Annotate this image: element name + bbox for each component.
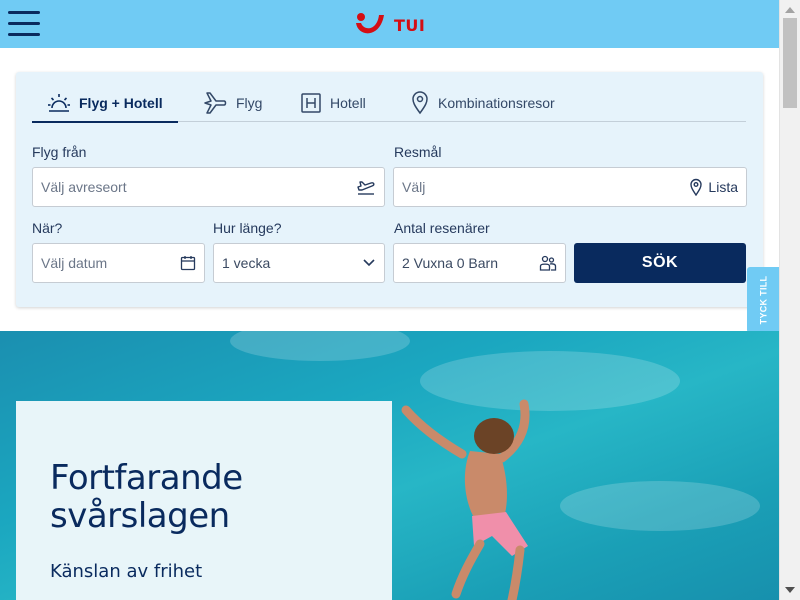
search-button[interactable]: SÖK bbox=[574, 243, 746, 283]
chevron-down-icon bbox=[362, 244, 376, 282]
tab-flight-hotel[interactable]: Flyg + Hotell bbox=[32, 84, 178, 123]
water-highlight bbox=[230, 331, 410, 361]
tab-hotel-label: Hotell bbox=[330, 95, 366, 111]
calendar-icon bbox=[180, 244, 196, 282]
tui-smile-icon bbox=[356, 13, 384, 34]
feedback-tab[interactable]: TYCK TILL bbox=[747, 267, 779, 333]
logo-text: TUI bbox=[394, 15, 426, 35]
duration-label: Hur länge? bbox=[213, 220, 282, 236]
scroll-thumb[interactable] bbox=[783, 18, 797, 108]
tab-flight-label: Flyg bbox=[236, 95, 263, 111]
tab-combination-label: Kombinationsresor bbox=[438, 95, 555, 111]
travellers-value: 2 Vuxna 0 Barn bbox=[402, 255, 498, 271]
destination-placeholder: Välj bbox=[402, 179, 426, 195]
water-highlight bbox=[560, 481, 760, 531]
hamburger-icon[interactable] bbox=[8, 11, 41, 37]
destination-label: Resmål bbox=[394, 144, 442, 160]
scroll-down-icon[interactable] bbox=[785, 587, 795, 593]
hero-banner: Fortfarande svårslagen Känslan av frihet bbox=[0, 331, 779, 600]
hero-title: Fortfarande svårslagen bbox=[50, 458, 243, 536]
date-placeholder: Välj datum bbox=[41, 255, 108, 271]
destination-list-button[interactable]: Lista bbox=[689, 168, 738, 206]
tab-flight-hotel-label: Flyg + Hotell bbox=[79, 95, 163, 111]
tab-flight[interactable]: Flyg bbox=[202, 84, 262, 122]
plane-icon bbox=[204, 92, 227, 114]
from-label: Flyg från bbox=[32, 144, 87, 160]
tab-combination[interactable]: Kombinationsresor bbox=[410, 84, 555, 122]
hero-subtitle: Känslan av frihet bbox=[50, 561, 203, 582]
hero-card: Fortfarande svårslagen Känslan av frihet bbox=[16, 401, 392, 600]
when-label: När? bbox=[32, 220, 63, 236]
from-field[interactable]: Välj avreseort bbox=[32, 167, 385, 207]
people-icon bbox=[539, 244, 557, 282]
search-panel: Flyg + Hotell Flyg Hotell Kombinationsre… bbox=[16, 72, 763, 307]
feedback-label: TYCK TILL bbox=[758, 275, 769, 325]
tab-hotel[interactable]: Hotell bbox=[300, 84, 366, 122]
location-pin-icon bbox=[690, 178, 703, 196]
from-placeholder: Välj avreseort bbox=[41, 179, 127, 195]
date-field[interactable]: Välj datum bbox=[32, 243, 205, 283]
jumping-person-image bbox=[401, 399, 530, 600]
location-pin-icon bbox=[412, 91, 428, 115]
page-scrollbar[interactable] bbox=[779, 0, 800, 600]
sun-icon bbox=[48, 94, 70, 112]
destination-list-label: Lista bbox=[708, 179, 738, 195]
top-header: TUI bbox=[0, 0, 779, 48]
tui-logo[interactable]: TUI bbox=[352, 10, 425, 40]
travellers-label: Antal resenärer bbox=[394, 220, 490, 236]
destination-field[interactable]: Välj Lista bbox=[393, 167, 747, 207]
search-tabs: Flyg + Hotell Flyg Hotell Kombinationsre… bbox=[32, 84, 746, 123]
duration-select[interactable]: 1 vecka bbox=[213, 243, 385, 283]
hotel-icon bbox=[301, 93, 321, 113]
plane-departure-icon bbox=[356, 168, 376, 206]
duration-value: 1 vecka bbox=[222, 255, 271, 271]
scroll-up-icon[interactable] bbox=[785, 7, 795, 13]
travellers-field[interactable]: 2 Vuxna 0 Barn bbox=[393, 243, 566, 283]
